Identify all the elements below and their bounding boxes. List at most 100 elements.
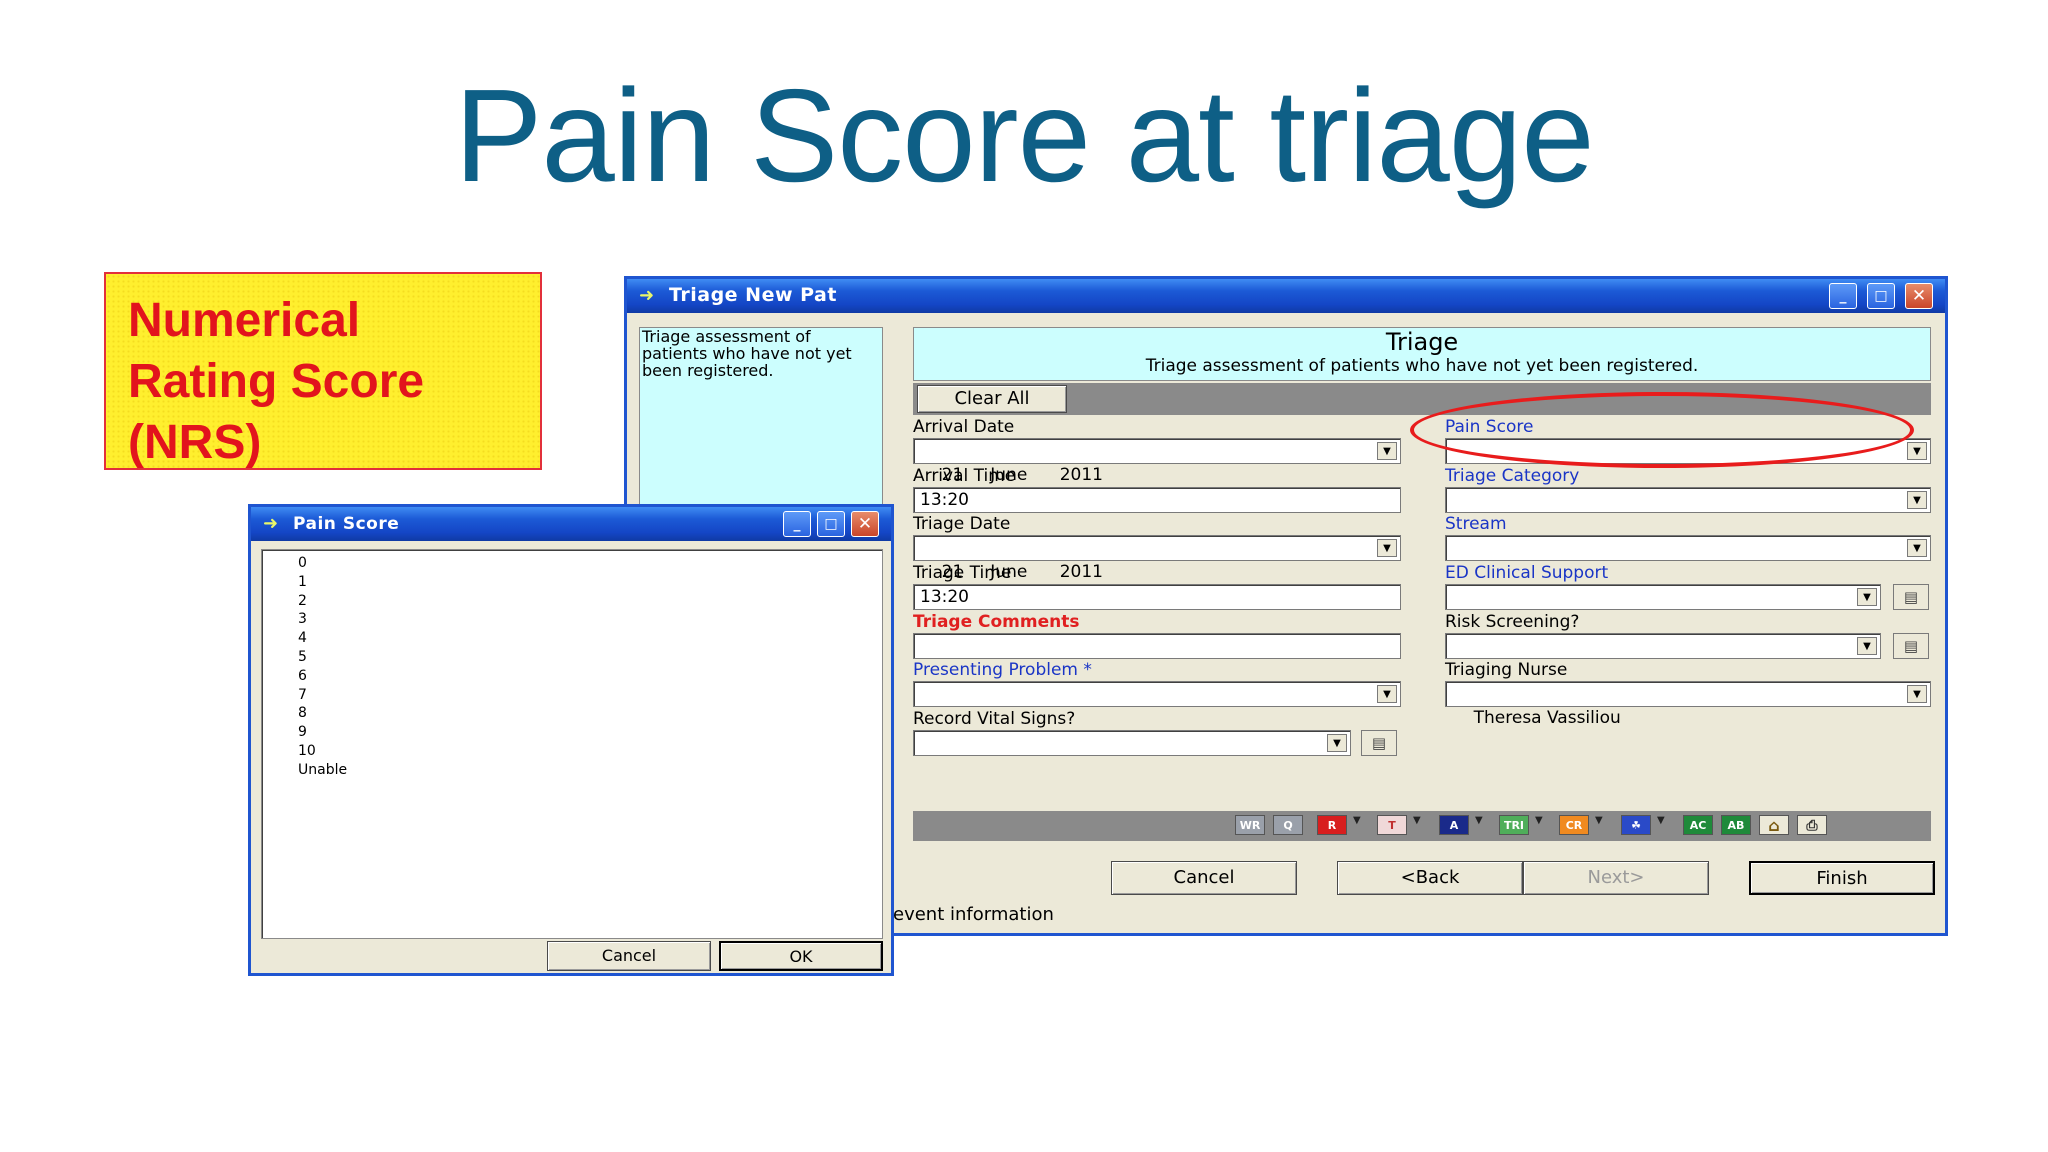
toolbar-ab-button[interactable]: AB — [1721, 815, 1751, 835]
arrival-time-field[interactable]: 13:20 — [913, 487, 1401, 513]
back-button[interactable]: <Back — [1337, 861, 1523, 895]
chevron-down-icon[interactable]: ▼ — [1595, 815, 1603, 826]
clear-all-button[interactable]: Clear All — [917, 385, 1067, 413]
next-button[interactable]: Next> — [1523, 861, 1709, 895]
pain-title-bar[interactable]: ➜ Pain Score _ □ ✕ — [251, 507, 891, 541]
toolbar-t-button[interactable]: T — [1377, 815, 1407, 835]
list-item[interactable]: 2 — [298, 592, 882, 611]
triage-category-field[interactable]: ▼ — [1445, 487, 1931, 513]
list-item[interactable]: 5 — [298, 648, 882, 667]
chevron-down-icon[interactable]: ▼ — [1657, 815, 1665, 826]
list-item[interactable]: Unable — [298, 761, 882, 780]
toolbar-tri-button[interactable]: TRI — [1499, 815, 1529, 835]
list-item-selected[interactable]: 0 — [298, 555, 307, 571]
toolbar-r-button[interactable]: R — [1317, 815, 1347, 835]
triage-window-title: Triage New Pat — [669, 284, 837, 306]
triage-date-field[interactable]: 21 June 2011 ▼ — [913, 535, 1401, 582]
list-item[interactable]: 8 — [298, 704, 882, 723]
pain-ok-button[interactable]: OK — [719, 941, 883, 971]
triage-time-label: Triage Time — [913, 563, 1012, 583]
triage-comments-field[interactable] — [913, 633, 1401, 659]
chevron-down-icon[interactable]: ▼ — [1907, 442, 1927, 460]
nrs-note-line: Numerical — [128, 294, 361, 347]
presenting-problem-field[interactable]: ▼ — [913, 681, 1401, 707]
header-title: Triage — [1385, 328, 1459, 356]
close-button[interactable]: ✕ — [851, 511, 879, 537]
minimize-button[interactable]: _ — [1829, 283, 1857, 309]
slide-title: Pain Score at triage — [454, 62, 1594, 209]
list-item[interactable]: 7 — [298, 686, 882, 705]
clipboard-icon[interactable]: ⎙ — [1797, 815, 1827, 835]
toolbar-wr-button[interactable]: WR — [1235, 815, 1265, 835]
chevron-down-icon[interactable]: ▼ — [1907, 491, 1927, 509]
toolbar-q-button[interactable]: Q — [1273, 815, 1303, 835]
triage-title-bar[interactable]: ➜ Triage New Pat _ □ ✕ — [627, 279, 1945, 313]
pain-score-highlight — [1410, 392, 1914, 468]
list-item[interactable]: 1 — [298, 573, 882, 592]
triage-comments-label: Triage Comments — [913, 612, 1080, 632]
chevron-down-icon[interactable]: ▼ — [1377, 685, 1397, 703]
chevron-down-icon[interactable]: ▼ — [1907, 685, 1927, 703]
cancel-button[interactable]: Cancel — [1111, 861, 1297, 895]
list-item[interactable]: 4 — [298, 629, 882, 648]
body-chart-icon[interactable]: ☘ — [1621, 815, 1651, 835]
chevron-down-icon[interactable]: ▼ — [1353, 815, 1361, 826]
list-item[interactable]: 6 — [298, 667, 882, 686]
chevron-down-icon[interactable]: ▼ — [1413, 815, 1421, 826]
risk-screening-field[interactable]: ▼ — [1445, 633, 1881, 659]
close-button[interactable]: ✕ — [1905, 283, 1933, 309]
stream-field[interactable]: ▼ — [1445, 535, 1931, 561]
toolbar-ac-button[interactable]: AC — [1683, 815, 1713, 835]
arrival-date-label: Arrival Date — [913, 417, 1015, 437]
toolbar-cr-button[interactable]: CR — [1559, 815, 1589, 835]
header-subtitle: Triage assessment of patients who have n… — [1145, 356, 1699, 376]
risk-screening-label: Risk Screening? — [1445, 612, 1580, 632]
minimize-button[interactable]: _ — [783, 511, 811, 537]
status-text: event information — [893, 904, 1054, 925]
nrs-note-line: Rating Score — [128, 355, 425, 408]
list-item[interactable]: 3 — [298, 610, 882, 629]
presenting-problem-label: Presenting Problem * — [913, 660, 1092, 680]
triage-time-field[interactable]: 13:20 — [913, 584, 1401, 610]
pain-score-list[interactable]: 0 1 2 3 4 5 6 7 8 9 10 Unable — [261, 549, 883, 939]
pain-dialog-title: Pain Score — [293, 514, 400, 534]
chevron-down-icon[interactable]: ▼ — [1857, 588, 1877, 606]
toolbar-a-button[interactable]: A — [1439, 815, 1469, 835]
ed-clinical-support-label: ED Clinical Support — [1445, 563, 1609, 583]
home-icon[interactable]: ⌂ — [1759, 815, 1789, 835]
record-vital-signs-field[interactable]: ▼ — [913, 730, 1351, 756]
finish-button[interactable]: Finish — [1749, 861, 1935, 895]
nrs-note: Numerical Rating Score (NRS) — [104, 272, 542, 470]
chevron-down-icon[interactable]: ▼ — [1327, 734, 1347, 752]
chevron-down-icon[interactable]: ▼ — [1535, 815, 1543, 826]
triage-category-label: Triage Category — [1445, 466, 1580, 486]
triage-header: Triage Triage assessment of patients who… — [913, 327, 1931, 381]
list-item[interactable]: 9 — [298, 723, 882, 742]
app-icon: ➜ — [263, 513, 279, 534]
ed-support-open-icon[interactable]: ▤ — [1893, 584, 1929, 610]
chevron-down-icon[interactable]: ▼ — [1377, 442, 1397, 460]
triaging-nurse-field[interactable]: Theresa Vassiliou ▼ — [1445, 681, 1931, 728]
arrival-date-field[interactable]: 21 June 2011 ▼ — [913, 438, 1401, 485]
triaging-nurse-value: Theresa Vassiliou — [1473, 708, 1621, 728]
maximize-button[interactable]: □ — [1867, 283, 1895, 309]
triage-date-label: Triage Date — [913, 514, 1011, 534]
vital-signs-open-icon[interactable]: ▤ — [1361, 730, 1397, 756]
chevron-down-icon[interactable]: ▼ — [1907, 539, 1927, 557]
chevron-down-icon[interactable]: ▼ — [1475, 815, 1483, 826]
ed-clinical-support-field[interactable]: ▼ — [1445, 584, 1881, 610]
maximize-button[interactable]: □ — [817, 511, 845, 537]
pain-score-dialog: ➜ Pain Score _ □ ✕ 0 1 2 3 4 5 6 7 8 9 1… — [248, 504, 894, 976]
record-vital-signs-label: Record Vital Signs? — [913, 709, 1076, 729]
stream-label: Stream — [1445, 514, 1507, 534]
list-item[interactable]: 10 — [298, 742, 882, 761]
list-item[interactable]: 0 — [298, 554, 882, 573]
chevron-down-icon[interactable]: ▼ — [1377, 539, 1397, 557]
chevron-down-icon[interactable]: ▼ — [1857, 637, 1877, 655]
pain-cancel-button[interactable]: Cancel — [547, 941, 711, 971]
nrs-note-line: (NRS) — [128, 416, 262, 469]
app-icon: ➜ — [639, 285, 655, 306]
toolbar: WR Q R ▼ T ▼ A ▼ TRI ▼ CR ▼ ☘ ▼ AC AB ⌂ … — [913, 811, 1931, 841]
risk-screening-open-icon[interactable]: ▤ — [1893, 633, 1929, 659]
triaging-nurse-label: Triaging Nurse — [1445, 660, 1568, 680]
